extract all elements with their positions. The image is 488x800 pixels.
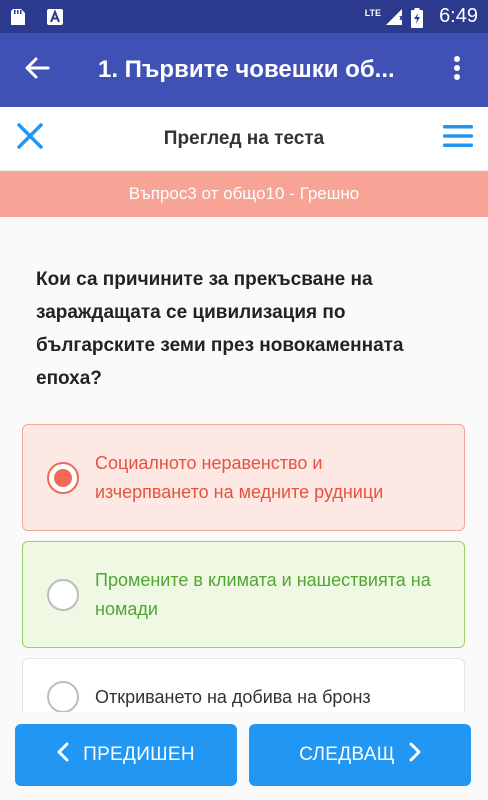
answer-label: Промените в климата и нашествията на ном… <box>95 569 431 619</box>
chevron-left-icon <box>57 742 69 768</box>
result-banner: Въпрос3 от общо10 - Грешно <box>0 171 488 217</box>
chevron-right-icon <box>409 742 421 768</box>
radio-unselected-icon <box>47 578 79 611</box>
network-type-label: LTE <box>364 7 382 18</box>
back-button[interactable] <box>0 33 74 107</box>
radio-unselected-icon <box>47 681 79 713</box>
app-bar: 1. Първите човешки об... <box>0 33 488 107</box>
overflow-menu-button[interactable] <box>432 33 482 107</box>
radio-selected-icon <box>47 461 79 494</box>
notification-a-icon <box>46 8 64 26</box>
questions-menu-button[interactable] <box>428 107 488 171</box>
close-button[interactable] <box>0 107 60 171</box>
question-content: Кои са причините за прекъсване на заражд… <box>0 217 488 717</box>
review-title: Преглед на теста <box>163 127 325 149</box>
clock: 6:49 <box>439 5 478 27</box>
close-icon <box>16 122 44 155</box>
review-toolbar: Преглед на теста <box>0 107 488 171</box>
battery-charging-icon <box>411 7 429 28</box>
hamburger-menu-icon <box>443 124 473 153</box>
answer-option-selected-wrong[interactable]: Социалното неравенство и изчерпването на… <box>22 424 465 531</box>
next-label: СЛЕДВАЩ <box>299 744 395 765</box>
next-button[interactable]: СЛЕДВАЩ <box>249 724 471 786</box>
answer-option[interactable]: Откриването на добива на бронз <box>22 658 465 717</box>
sd-card-icon <box>10 8 28 26</box>
previous-button[interactable]: ПРЕДИШЕН <box>15 724 237 786</box>
question-text: Кои са причините за прекъсване на заражд… <box>36 269 404 389</box>
arrow-back-icon <box>24 55 50 86</box>
bottom-navigation: ПРЕДИШЕН СЛЕДВАЩ <box>0 712 488 800</box>
signal-icon <box>383 8 403 26</box>
answer-option-correct[interactable]: Промените в климата и нашествията на ном… <box>22 541 465 648</box>
more-vert-icon <box>453 55 461 86</box>
answer-label: Социалното неравенство и изчерпването на… <box>95 452 384 502</box>
previous-label: ПРЕДИШЕН <box>83 744 195 765</box>
app-bar-title: 1. Първите човешки об... <box>98 56 395 83</box>
status-bar: LTE 6:49 <box>0 0 488 33</box>
answer-label: Откриването на добива на бронз <box>95 687 371 707</box>
